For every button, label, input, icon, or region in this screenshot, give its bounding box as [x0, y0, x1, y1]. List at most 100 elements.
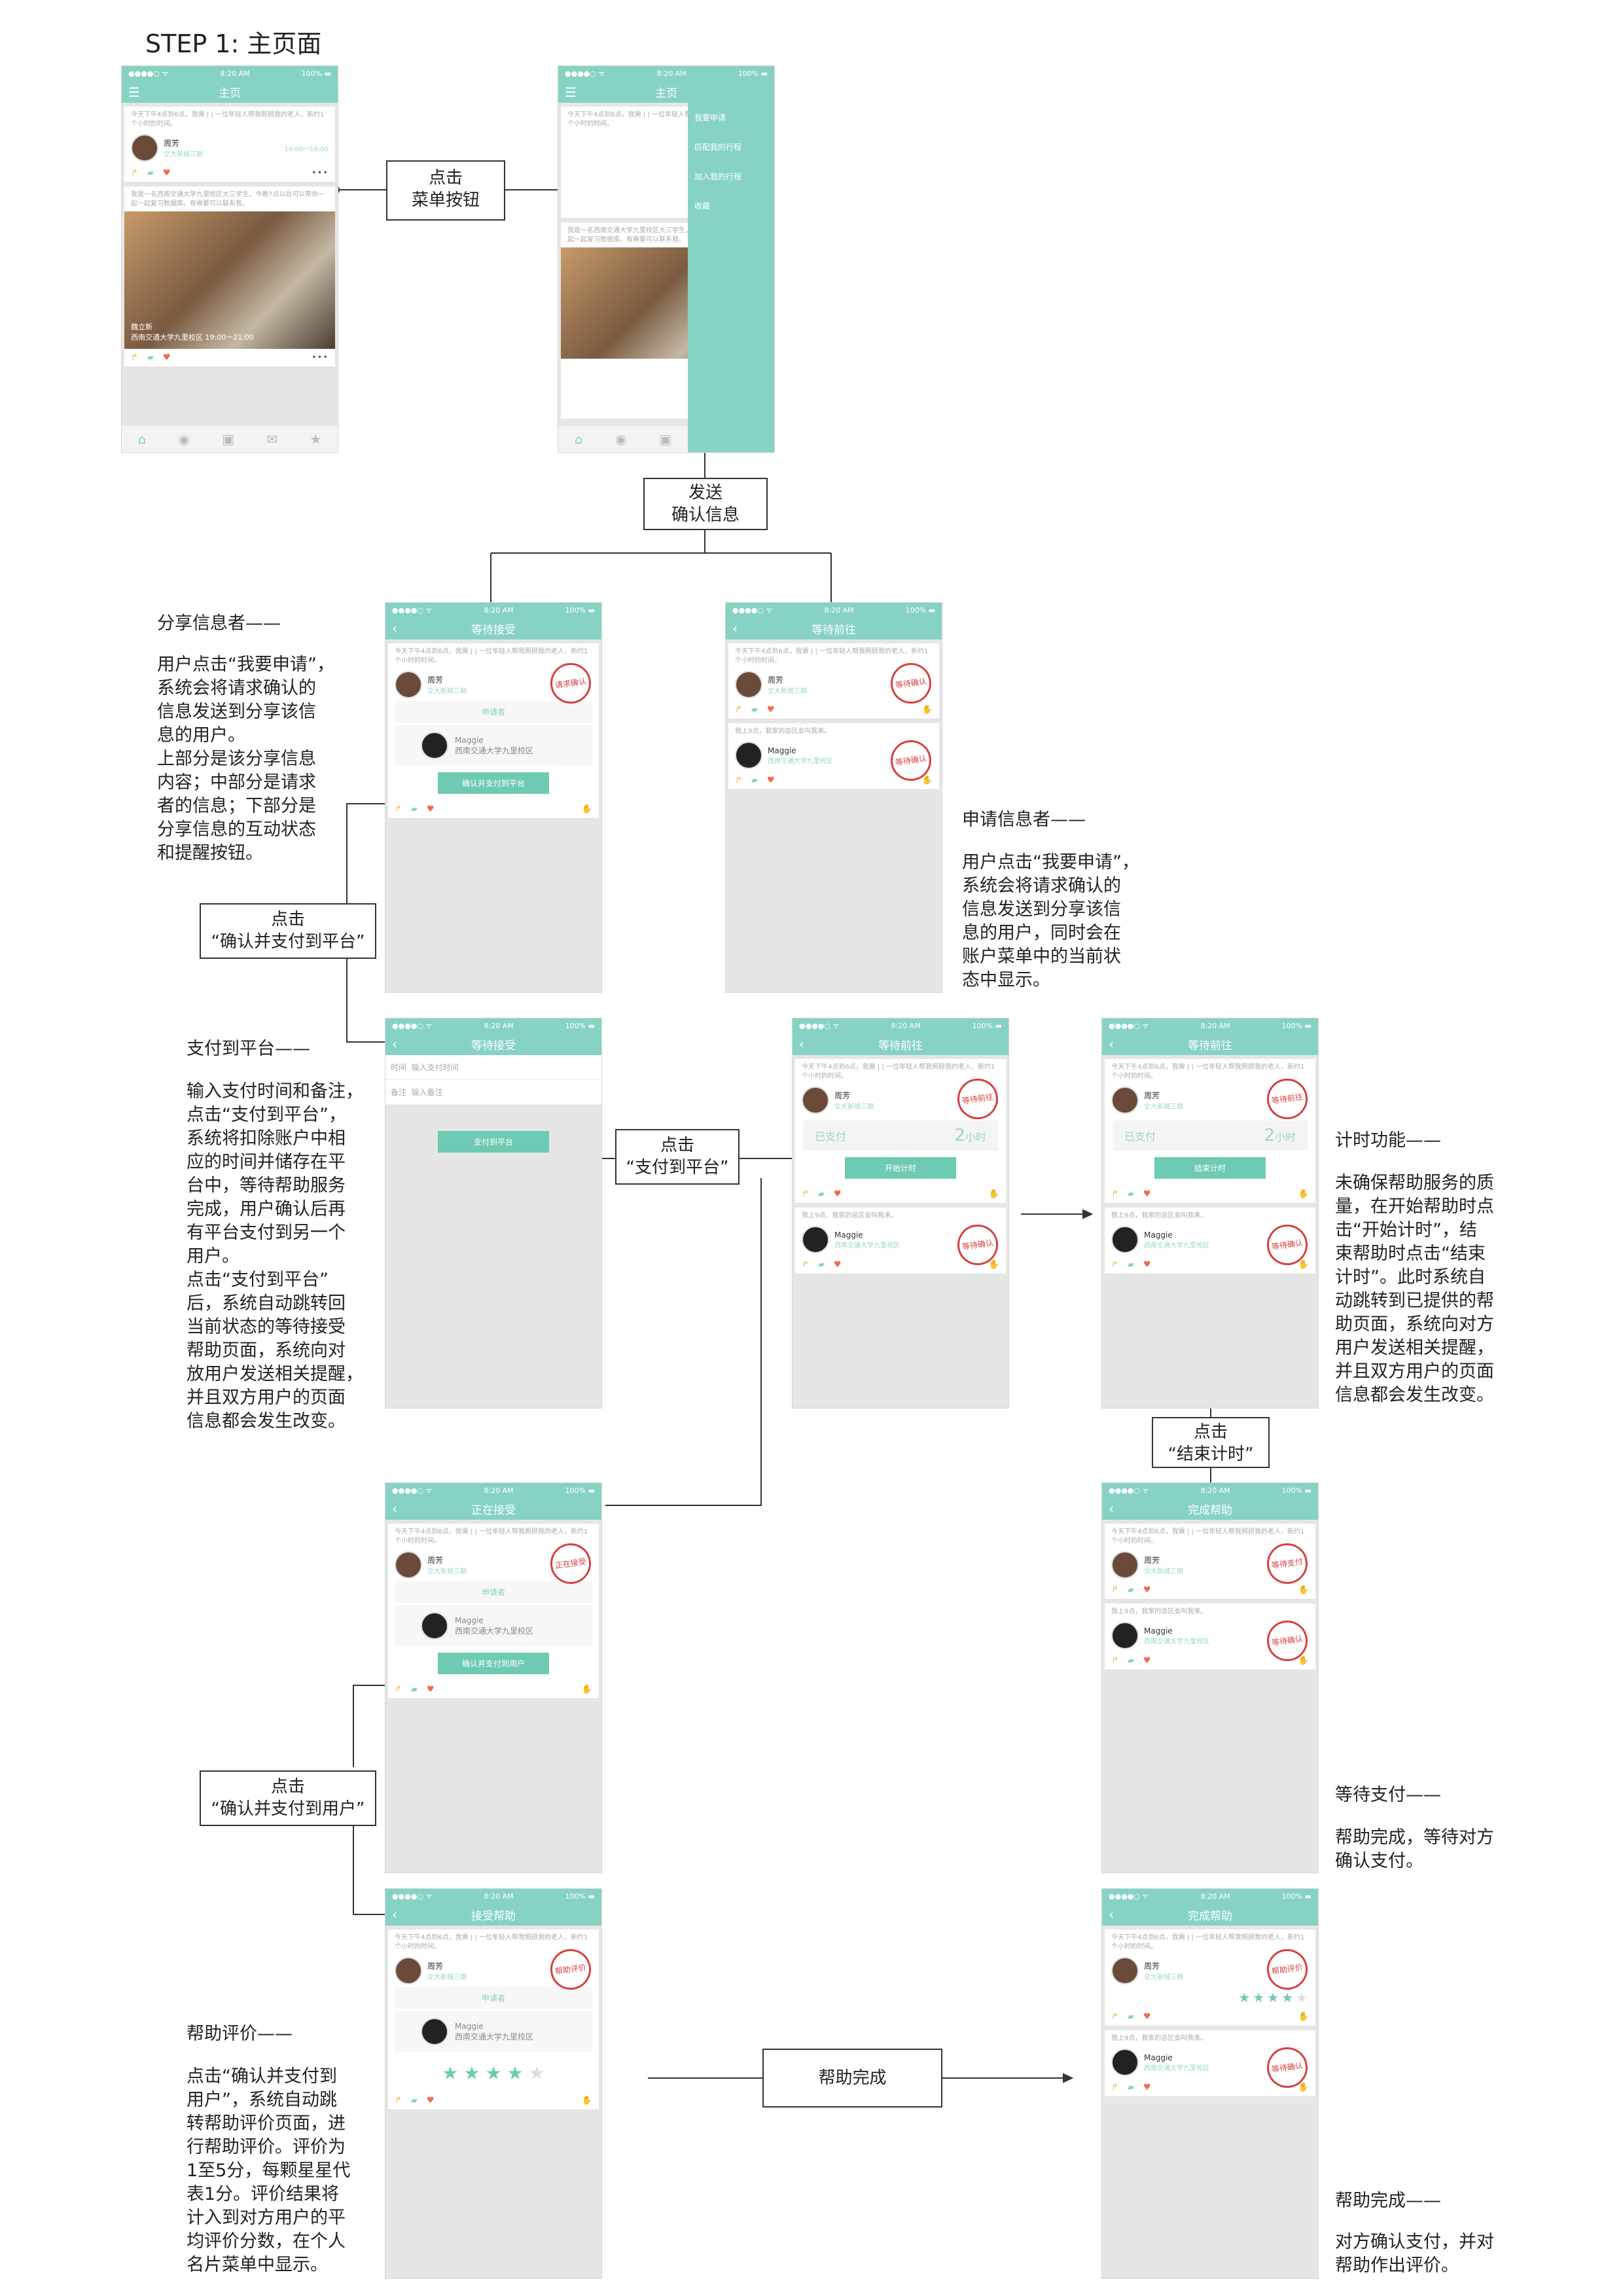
comment-icon: ▰ — [817, 1189, 825, 1199]
menu-item-favorite[interactable]: 收藏 — [688, 191, 774, 221]
pay-platform-button[interactable]: 支付到平台 — [438, 1131, 549, 1153]
reply-card: 我上9点，我家的总区会叫我来。 Maggie 西南交通大学九里校区 等待确认 ↱ ▰… — [795, 1208, 1006, 1274]
comment-icon[interactable]: ▰ — [147, 353, 154, 363]
home-icon[interactable]: ⌂ — [138, 431, 147, 447]
sharer-accepting-screen: ●●●●○ ᯤ 8:20 AM 100% ▬ ‹ 正在接受 今天下午4点到6点，我需 … — [385, 1482, 602, 1873]
nav-bar: ‹ 等待前往 — [793, 1033, 1008, 1055]
heart-icon: ♥ — [766, 705, 775, 715]
note-applicant-body: 用户点击“我要申请”， 系统会将请求确认的 信息发送到分享该信 息的用户，同时会… — [962, 852, 1139, 990]
nav-bar: ‹ 等待接受 — [385, 1033, 601, 1055]
avatar[interactable] — [131, 134, 158, 162]
menu-item-join[interactable]: 加入我的行程 — [688, 162, 774, 191]
share-icon[interactable]: ↱ — [131, 168, 138, 178]
more-icon[interactable]: ••• — [312, 168, 329, 178]
flow-box-send-confirm: 发送 确认信息 — [643, 478, 768, 530]
confirm-pay-platform-button[interactable]: 确认并支付到平台 — [438, 772, 549, 794]
heart-icon[interactable]: ♥ — [163, 353, 171, 363]
post-photo: 魏立新 西南交通大学九里校区 19:00一21:00 — [124, 211, 335, 349]
post-card[interactable]: 我是一名西南交通大学九里校区大三学生，今晚7点以后可以帮你一起一起复习数据库。有… — [124, 187, 335, 367]
nav-bar: ‹ 等待前往 — [726, 617, 942, 639]
share-icon[interactable]: ↱ — [131, 353, 138, 363]
home-icon[interactable]: ⌂ — [575, 431, 583, 447]
star-icon: ★ — [507, 2062, 524, 2084]
start-timer-button[interactable]: 开始计时 — [845, 1157, 956, 1179]
back-icon: ‹ — [1109, 1907, 1114, 1922]
back-icon[interactable]: ‹ — [392, 620, 397, 636]
menu-icon[interactable]: ☰ — [128, 84, 140, 100]
menu-icon[interactable]: ☰ — [565, 84, 577, 100]
compass-icon[interactable]: ◉ — [179, 431, 190, 447]
info-card: 今天下午4点到6点，我需 | | 一位年轻人帮我照顾我的老人，新约1个小时的时间… — [795, 1059, 1006, 1204]
rating-screen: ●●●●○ ᯤ 8:20 AM 100% ▬ ‹ 接受帮助 今天下午4点到6点，我需 … — [385, 1888, 602, 2279]
rating-stars[interactable]: ★ ★ ★ ★ ★ — [388, 2054, 599, 2092]
tab-bar: ⌂ ◉ ▣ ✉ ★ — [122, 426, 338, 452]
flow-box-end-timer: 点击 “结束计时” — [1152, 1417, 1270, 1468]
comment-icon: ▰ — [751, 776, 758, 785]
inbox-icon[interactable]: ✉ — [266, 431, 277, 447]
camera-icon[interactable]: ▣ — [222, 431, 234, 447]
comment-icon[interactable]: ▰ — [147, 168, 154, 178]
note-done-title: 帮助完成—— — [1335, 2191, 1441, 2211]
back-icon: ‹ — [799, 1036, 804, 1052]
share-icon: ↱ — [395, 804, 402, 814]
menu-item-apply[interactable]: 我要申请 — [688, 103, 774, 132]
note-timer-title: 计时功能—— — [1335, 1130, 1441, 1151]
flow-box-pay-platform: 点击 “支付到平台” — [615, 1129, 740, 1185]
post-text: 我是一名西南交通大学九里校区大三学生，今晚7点以后可以帮你一起一起复习数据库。有… — [131, 191, 325, 207]
reply-card: 我上9点，我家的总区会叫我来。 Maggie 西南交通大学九里校区 等待确认 ↱ ▰… — [1105, 1208, 1315, 1274]
star-icon[interactable]: ★ — [310, 431, 321, 447]
post-actions: ↱ ▰ ♥ ••• — [124, 164, 335, 182]
note-wait-pay-body: 帮助完成，等待对方 确认支付。 — [1335, 1827, 1494, 1871]
time-field[interactable]: 时间 输入支付时间 — [385, 1055, 601, 1080]
camera-icon[interactable]: ▣ — [659, 431, 671, 447]
back-icon[interactable]: ‹ — [732, 620, 738, 636]
more-icon[interactable]: ••• — [312, 353, 329, 363]
back-icon: ‹ — [392, 1501, 397, 1516]
note-eval-body: 点击“确认并支付到 用户”，系统自动跳 转帮助评价页面，进 行帮助评价。评价为 … — [187, 2066, 351, 2275]
heart-icon[interactable]: ♥ — [163, 168, 171, 178]
post-text: 今天下午4点到6点，我需 | | 一位年轻人帮我照顾我的老人，新约1个小时的时间… — [131, 111, 325, 128]
status-bar: ●●●●○ ᯤ 8:20 AM 100% ▬ — [558, 66, 774, 81]
hand-icon[interactable]: ✋ — [582, 804, 592, 814]
hand-icon: ✋ — [921, 776, 933, 785]
comment-icon: ▰ — [410, 804, 418, 814]
nav-bar: ‹ 等待接受 — [385, 617, 601, 639]
status-bar: ●●●●○ ᯤ 8:20 AM 100% ▬ — [385, 1018, 601, 1033]
end-timer-button[interactable]: 结束计时 — [1154, 1157, 1266, 1179]
applicant-card: Maggie 西南交通大学九里校区 — [395, 725, 592, 766]
hand-icon: ✋ — [921, 705, 933, 715]
note-timer-body: 未确保帮助服务的质 量，在开始帮助时点 击“开始计时”，结 束帮助时点击“结束 … — [1335, 1173, 1494, 1405]
avatar — [735, 742, 762, 769]
note-eval-title: 帮助评价—— — [187, 2024, 293, 2044]
info-card: 今天下午4点到6点，我需 | | 一位年轻人帮我照顾我的老人，新约1个小时的时间… — [388, 1524, 599, 1699]
paid-row: 已支付 2小时 — [803, 1121, 998, 1151]
menu-item-match[interactable]: 匹配我的行程 — [688, 132, 774, 162]
share-icon: ↱ — [735, 705, 742, 715]
note-field[interactable]: 备注 输入备注 — [385, 1080, 601, 1105]
star-icon: ★ — [442, 2062, 459, 2084]
heart-icon: ♥ — [426, 804, 435, 814]
step-title: STEP 1: 主页面 — [145, 29, 322, 58]
post-card[interactable]: 今天下午4点到6点，我需 | | 一位年轻人帮我照顾我的老人，新约1个小时的时间… — [124, 107, 335, 183]
back-icon: ‹ — [1109, 1036, 1114, 1052]
flow-box-confirm-user: 点击 “确认并支付到用户” — [200, 1770, 376, 1826]
nav-bar: ☰ 主页 — [122, 81, 338, 103]
compass-icon[interactable]: ◉ — [615, 431, 626, 447]
note-wait-pay-title: 等待支付—— — [1335, 1785, 1441, 1805]
confirm-pay-user-button[interactable]: 确认并支付到用户 — [438, 1653, 549, 1674]
note-done-body: 对方确认支付，并对 帮助作出评价。 — [1335, 2232, 1494, 2276]
status-bar: ●●●●○ ᯤ 8:20 AM 100% ▬ — [1102, 1018, 1318, 1033]
heart-icon: ♥ — [766, 776, 775, 785]
applicant-wait-go-screen: ●●●●○ ᯤ 8:20 AM 100% ▬ ‹ 等待前往 今天下午4点到6点，我需 … — [725, 602, 942, 993]
nav-title: 主页 — [655, 86, 677, 100]
back-icon[interactable]: ‹ — [392, 1036, 397, 1052]
back-icon: ‹ — [1109, 1501, 1114, 1516]
rating-stars: ★ ★ ★ ★ ★ — [1238, 1990, 1308, 2005]
share-icon: ↱ — [735, 776, 742, 785]
timer-end-screen: ●●●●○ ᯤ 8:20 AM 100% ▬ ‹ 等待前往 今天下午4点到6点，我需 … — [1101, 1018, 1319, 1408]
home-screen: ●●●●○ ᯤ 8:20 AM 100% ▬ ☰ 主页 今天下午4点到6点，我需 | … — [121, 65, 338, 453]
hand-icon: ✋ — [988, 1189, 999, 1199]
info-card: 今天下午4点到6点，我需 | | 一位年轻人帮我照顾我的老人，新约1个小时的时间… — [728, 643, 939, 719]
star-icon: ★ — [528, 2062, 545, 2084]
finish-help-rated-screen: ●●●●○ ᯤ 8:20 AM 100% ▬ ‹ 完成帮助 今天下午4点到6点，我需 … — [1101, 1888, 1319, 2279]
